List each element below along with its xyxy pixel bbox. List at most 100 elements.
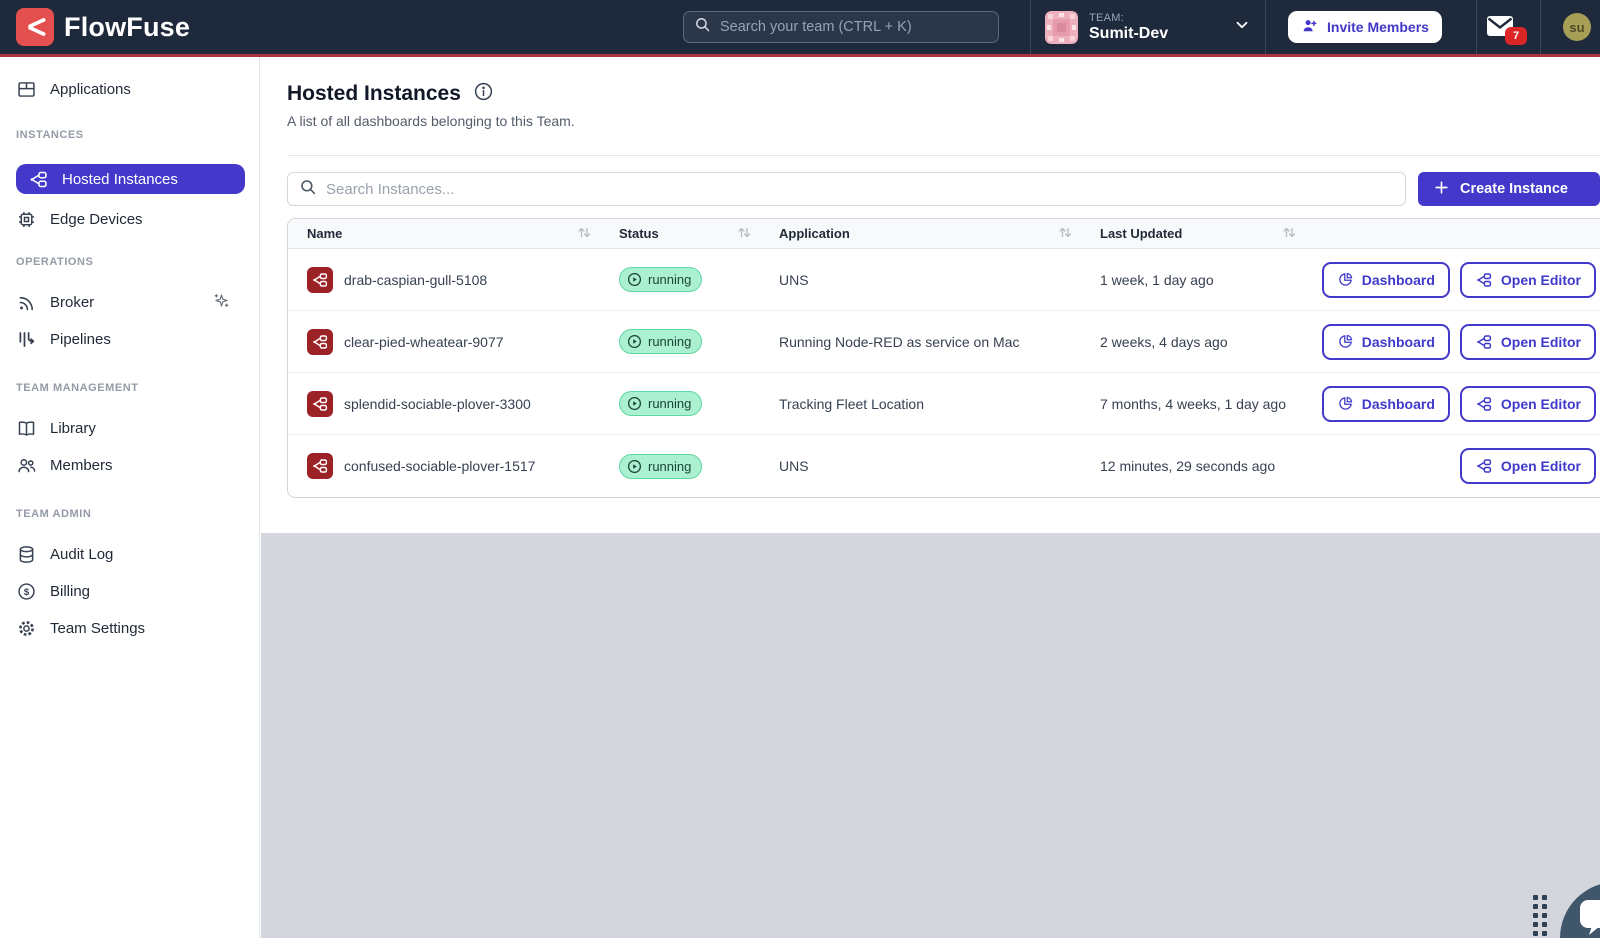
dashboard-button[interactable]: Dashboard	[1322, 262, 1450, 298]
applications-icon	[16, 79, 37, 100]
node-red-icon	[1475, 395, 1493, 413]
column-header-application[interactable]: Application	[779, 226, 1100, 242]
node-red-instance-icon	[307, 329, 333, 355]
instance-last-updated: 2 weeks, 4 days ago	[1100, 334, 1310, 350]
column-header-last-updated[interactable]: Last Updated	[1100, 226, 1310, 242]
team-avatar	[1045, 11, 1078, 44]
status-badge: running	[619, 267, 702, 292]
instance-search-input[interactable]	[326, 181, 1394, 198]
play-circle-icon	[627, 459, 642, 474]
sidebar-item-label: Pipelines	[50, 331, 111, 348]
instance-name: confused-sociable-plover-1517	[344, 458, 535, 474]
search-icon	[299, 178, 317, 201]
info-icon[interactable]	[473, 81, 494, 107]
status-badge: running	[619, 391, 702, 416]
team-search[interactable]	[683, 11, 999, 43]
instance-last-updated: 7 months, 4 weeks, 1 day ago	[1100, 396, 1310, 412]
pie-chart-icon	[1337, 333, 1354, 350]
sidebar-item-label: Edge Devices	[50, 211, 143, 228]
sidebar-item-label: Hosted Instances	[62, 171, 178, 188]
node-red-icon	[1475, 271, 1493, 289]
broker-icon	[16, 292, 37, 313]
sidebar-item-applications[interactable]: Applications	[0, 71, 259, 108]
sort-icon	[737, 226, 751, 242]
create-instance-label: Create Instance	[1460, 181, 1568, 197]
table-row[interactable]: drab-caspian-gull-5108 running UNS 1 wee…	[288, 249, 1600, 311]
sidebar-section-team-admin: TEAM ADMIN	[0, 507, 259, 521]
node-red-icon	[1475, 333, 1493, 351]
sidebar-item-label: Billing	[50, 583, 90, 600]
sort-icon	[1058, 226, 1072, 242]
sidebar-item-library[interactable]: Library	[0, 410, 259, 447]
column-header-name[interactable]: Name	[288, 226, 619, 242]
dashboard-button[interactable]: Dashboard	[1322, 386, 1450, 422]
invite-members-button[interactable]: Invite Members	[1288, 11, 1442, 43]
team-search-input[interactable]	[720, 19, 988, 35]
page-subtitle: A list of all dashboards belonging to th…	[287, 113, 1600, 130]
instance-application: Running Node-RED as service on Mac	[779, 334, 1100, 350]
instance-name: splendid-sociable-plover-3300	[344, 396, 531, 412]
sidebar-item-members[interactable]: Members	[0, 447, 259, 484]
invite-members-label: Invite Members	[1327, 19, 1429, 35]
main-content: Hosted Instances A list of all dashboard…	[261, 57, 1600, 938]
notification-badge: 7	[1505, 27, 1527, 45]
nav-divider	[1265, 0, 1266, 54]
users-icon	[16, 455, 37, 476]
brand-name: FlowFuse	[64, 12, 190, 43]
table-row[interactable]: clear-pied-wheatear-9077 running Running…	[288, 311, 1600, 373]
sidebar-item-billing[interactable]: $ Billing	[0, 573, 259, 610]
instance-last-updated: 12 minutes, 29 seconds ago	[1100, 458, 1310, 474]
instance-application: Tracking Fleet Location	[779, 396, 1100, 412]
page-title: Hosted Instances	[287, 82, 461, 106]
brand[interactable]: FlowFuse	[16, 8, 190, 46]
instance-name: clear-pied-wheatear-9077	[344, 334, 504, 350]
dashboard-button[interactable]: Dashboard	[1322, 324, 1450, 360]
sidebar-item-audit-log[interactable]: Audit Log	[0, 536, 259, 573]
table-row[interactable]: confused-sociable-plover-1517 running UN…	[288, 435, 1600, 497]
book-icon	[16, 418, 37, 439]
divider	[287, 155, 1600, 156]
sidebar-item-broker[interactable]: Broker	[0, 284, 259, 321]
team-selector[interactable]: TEAM: Sumit-Dev	[1030, 0, 1265, 54]
table-row[interactable]: splendid-sociable-plover-3300 running Tr…	[288, 373, 1600, 435]
sidebar-item-pipelines[interactable]: Pipelines	[0, 321, 259, 358]
node-red-instance-icon	[307, 391, 333, 417]
node-red-instance-icon	[307, 267, 333, 293]
sidebar-item-label: Broker	[50, 294, 94, 311]
user-plus-icon	[1301, 17, 1319, 38]
sidebar-section-operations: OPERATIONS	[0, 255, 259, 269]
sidebar-item-team-settings[interactable]: Team Settings	[0, 610, 259, 647]
sidebar-item-label: Audit Log	[50, 546, 113, 563]
widget-drag-handle[interactable]	[1533, 895, 1547, 936]
user-avatar[interactable]: su	[1563, 13, 1591, 41]
instance-search[interactable]	[287, 172, 1406, 206]
pie-chart-icon	[1337, 395, 1354, 412]
sort-icon	[577, 226, 591, 242]
chat-bubble-icon	[1578, 898, 1600, 938]
search-icon	[694, 16, 711, 38]
sort-icon	[1282, 226, 1296, 242]
play-circle-icon	[627, 334, 642, 349]
sidebar-item-edge-devices[interactable]: Edge Devices	[0, 201, 259, 238]
gear-icon	[16, 618, 37, 639]
open-editor-button[interactable]: Open Editor	[1460, 324, 1596, 360]
open-editor-button[interactable]: Open Editor	[1460, 448, 1596, 484]
nav-divider	[1476, 0, 1477, 54]
create-instance-button[interactable]: Create Instance	[1418, 172, 1600, 206]
sidebar: Applications INSTANCES Hosted Instances …	[0, 57, 260, 938]
play-circle-icon	[627, 396, 642, 411]
database-icon	[16, 544, 37, 565]
sidebar-item-label: Library	[50, 420, 96, 437]
instances-table: Name Status Application Last Updated	[287, 218, 1600, 498]
sidebar-item-hosted-instances[interactable]: Hosted Instances	[16, 164, 245, 194]
chip-icon	[16, 209, 37, 230]
open-editor-button[interactable]: Open Editor	[1460, 262, 1596, 298]
team-name: Sumit-Dev	[1089, 25, 1168, 43]
instance-application: UNS	[779, 458, 1100, 474]
open-editor-button[interactable]: Open Editor	[1460, 386, 1596, 422]
pipelines-icon	[16, 329, 37, 350]
sidebar-item-label: Team Settings	[50, 620, 145, 637]
status-badge: running	[619, 329, 702, 354]
column-header-status[interactable]: Status	[619, 226, 779, 242]
sparkles-icon	[212, 291, 231, 314]
